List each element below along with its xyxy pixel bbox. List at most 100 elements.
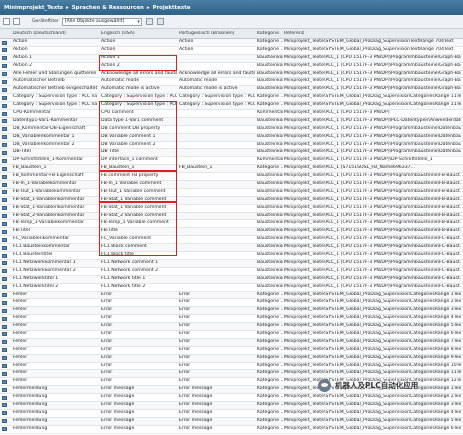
cell-reference[interactable]: Miniprojekt_Texte\PLC_1 [CPU 1517F-3 PN/…	[284, 284, 461, 291]
cell-category[interactable]: Kategorie ...	[257, 402, 283, 409]
cell-german[interactable]: Automatischer Betrieb	[13, 78, 99, 85]
cell-category[interactable]: Bausteinkommentar	[257, 276, 283, 283]
cell-category[interactable]: Kategorie ...	[257, 102, 283, 109]
table-row[interactable]: Fehlermeldung Error message Error message K…	[0, 394, 463, 402]
cell-category[interactable]: Bausteinkommentar	[257, 118, 283, 125]
table-row[interactable]: Fehlermeldung Error message Error message K…	[0, 410, 463, 418]
cell-reference[interactable]: Miniprojekt_Texte\PLC_1 [CPU 1517F-3 PN/…	[284, 260, 461, 267]
table-row[interactable]: Category : Supervision type : PLC na Cate…	[0, 94, 463, 103]
cell-english[interactable]: Error	[101, 299, 177, 306]
cell-german[interactable]: Fehler	[13, 292, 99, 299]
cell-portuguese[interactable]: Error	[179, 292, 255, 299]
cell-english[interactable]: Error message	[101, 402, 177, 409]
cell-german[interactable]: FB-Stat_1-Variablenkommentar	[13, 197, 99, 204]
cell-portuguese[interactable]: Error message	[179, 402, 255, 409]
cell-reference[interactable]: Miniprojekt_Texte\PLC_1 [CPU 1517F-3 PN/…	[284, 173, 461, 180]
import-icon[interactable]	[13, 18, 20, 25]
table-row[interactable]: DP-Schnittstelle_1-Kommentar DP interface…	[0, 157, 463, 166]
cell-portuguese[interactable]: Error	[179, 370, 255, 377]
cell-reference[interactable]: Miniprojekt_Texte\PLC_1 [CPU 1517F-3 PN/…	[284, 71, 461, 78]
cell-german[interactable]: Category : Supervision type : PLC na	[13, 102, 99, 109]
cell-category[interactable]: Bausteinkommentar	[257, 71, 283, 78]
cell-english[interactable]: Error message	[101, 410, 177, 417]
table-row[interactable]: Fehler Error Error Kategorie ... Miniprojekt…	[0, 291, 463, 300]
table-row[interactable]: FB-Stat_1-Variablenkommentar FB-Stat_1 Va…	[0, 205, 463, 213]
cell-german[interactable]: Fehler	[13, 363, 99, 370]
cell-english[interactable]: Automatic mode	[101, 78, 177, 85]
table-row[interactable]: FB-Temp_1-Variablekommentar FB-Temp_1 Var…	[0, 220, 463, 229]
cell-english[interactable]: FC1 Network comment 1	[101, 260, 177, 267]
cell-english[interactable]: Error	[101, 292, 177, 299]
cell-portuguese[interactable]: Automatic mode	[179, 78, 255, 85]
column-header-portuguese[interactable]: Portugiesisch (Brasilien)	[179, 31, 255, 36]
table-row[interactable]: FC_Variablenkommentar FC_Variable comment…	[0, 236, 463, 245]
cell-category[interactable]: Bausteinkommentar	[257, 228, 283, 235]
table-row[interactable]: DB_Variablenkommentar 2 DB Variable comme…	[0, 142, 463, 150]
table-row[interactable]: FB-Stat_1-Variablenkommentar FB-Stat_1 Va…	[0, 196, 463, 205]
cell-german[interactable]: Fehler	[13, 307, 99, 314]
cell-english[interactable]: Action	[101, 47, 177, 54]
cell-category[interactable]: Bausteinkommentar	[257, 55, 283, 62]
cell-german[interactable]: DB_Variablenkommentar 2	[13, 142, 99, 149]
cell-german[interactable]: Fehler	[13, 347, 99, 354]
cell-portuguese[interactable]: Action	[179, 47, 255, 54]
cell-german[interactable]: FB_Kommentar-FB-Eigenschaft	[13, 173, 99, 180]
cell-portuguese[interactable]: Error	[179, 363, 255, 370]
cell-category[interactable]: Kategorie ...	[257, 39, 283, 46]
cell-german[interactable]: FB_Baustein_1	[13, 165, 99, 172]
cell-portuguese[interactable]: Category : Supervision type : PLC na	[179, 94, 255, 101]
cell-english[interactable]: Error	[101, 347, 177, 354]
cell-english[interactable]: Error	[101, 315, 177, 322]
table-row[interactable]: Fehler Error Error Kategorie ... Miniprojekt…	[0, 338, 463, 347]
cell-reference[interactable]: Miniprojekt_Texte\PLC_1 [CPU 1517F-3 PN/…	[284, 86, 461, 93]
cell-reference[interactable]: Miniprojekt_Texte\PLC_1 [CPU 1517F-3 PN/…	[284, 110, 461, 117]
cell-portuguese[interactable]: Error message	[179, 410, 255, 417]
cell-reference[interactable]: Miniprojekt_Texte\SYSTEM_Global_ProDiag_…	[284, 363, 461, 370]
cell-category[interactable]: Kategorie ...	[257, 394, 283, 401]
table-row[interactable]: Fehler Error Error Kategorie ... Miniprojekt…	[0, 363, 463, 371]
table-row[interactable]: FB-Stat_2-Variablenkommentar FB-Stat_2 Va…	[0, 212, 463, 221]
cell-english[interactable]: FC1 Network comment 2	[101, 268, 177, 275]
cell-category[interactable]: Bausteinkommentar	[257, 284, 283, 291]
cell-category[interactable]: Bausteinkommentar	[257, 244, 283, 251]
cell-reference[interactable]: Miniprojekt_Texte\PLC_1 [CPU 1517F-3 PN/…	[284, 134, 461, 141]
export-icon[interactable]	[3, 18, 10, 25]
cell-category[interactable]: Bausteinkommentar	[257, 189, 283, 196]
cell-category[interactable]: Bausteinkommentar	[257, 220, 283, 227]
table-row[interactable]: FC1 Netzwerkkommentar 1 FC1 Network comme…	[0, 259, 463, 268]
table-row[interactable]: Action Action Action Kategorie ... Miniproje…	[0, 39, 463, 47]
cell-category[interactable]: Kommentar	[257, 157, 283, 164]
cell-category[interactable]: Kategorie ...	[257, 378, 283, 385]
table-row[interactable]: Aktion 1Action 1BausteinkommentarMinipro…	[0, 54, 463, 63]
filter-icon[interactable]	[145, 18, 153, 25]
table-row[interactable]: FC1 Bausteintitel FC1 block title Baustein…	[0, 252, 463, 260]
cell-category[interactable]: Bausteinkommentar	[257, 213, 283, 220]
cell-german[interactable]: Fehler	[13, 331, 99, 338]
cell-category[interactable]: Kategorie ...	[257, 94, 283, 101]
cell-category[interactable]: Bausteinkommentar	[257, 142, 283, 149]
cell-portuguese[interactable]: Error	[179, 378, 255, 385]
cell-reference[interactable]: Miniprojekt_Texte\SYSTEM_Global_ProDiag_…	[284, 292, 461, 299]
cell-english[interactable]: Automatic mode is active	[101, 86, 177, 93]
cell-category[interactable]: Bausteinkommentar	[257, 260, 283, 267]
cell-german[interactable]: Automatischer Betrieb eingeschaltet	[13, 86, 99, 93]
cell-category[interactable]: Kategorie ...	[257, 307, 283, 314]
cell-german[interactable]: Fehlermeldung	[13, 394, 99, 401]
cell-reference[interactable]: Miniprojekt_Texte\PLC_1 [CPU 1517F-3 PN/…	[284, 142, 461, 149]
cell-english[interactable]: Error	[101, 307, 177, 314]
cell-reference[interactable]: Miniprojekt_Texte\PLC_1 [CPU 1517F-3 PN/…	[284, 276, 461, 283]
cell-german[interactable]: Category : Supervision type : PLC na	[13, 94, 99, 101]
cell-category[interactable]: Bausteinkommentar	[257, 149, 283, 156]
cell-german[interactable]: FC1 Netzwerktitel 2	[13, 284, 99, 291]
cell-category[interactable]: Kategorie ...	[257, 426, 283, 433]
cell-german[interactable]: Fehler	[13, 355, 99, 362]
cell-portuguese[interactable]: Error	[179, 307, 255, 314]
table-row[interactable]: Fehler Error Error Kategorie ... Miniprojekt…	[0, 307, 463, 316]
cell-reference[interactable]: Miniprojekt_Texte\PLC_1 [CPU 1517F-3 PN/…	[284, 157, 461, 164]
cell-reference[interactable]: Miniprojekt_Texte\PLC_1 [CPU 1517F-3 PN/…	[284, 181, 461, 188]
cell-category[interactable]: Kategorie ...	[257, 292, 283, 299]
cell-reference[interactable]: Miniprojekt_Texte\SYSTEM_Global_ProDiag_…	[284, 39, 461, 46]
cell-category[interactable]: Bausteinkommentar	[257, 205, 283, 212]
cell-german[interactable]: DB_Kommentar-DB-Eigenschaft	[13, 126, 99, 133]
column-header-german[interactable]: Deutsch (Deutschland)	[13, 31, 99, 36]
